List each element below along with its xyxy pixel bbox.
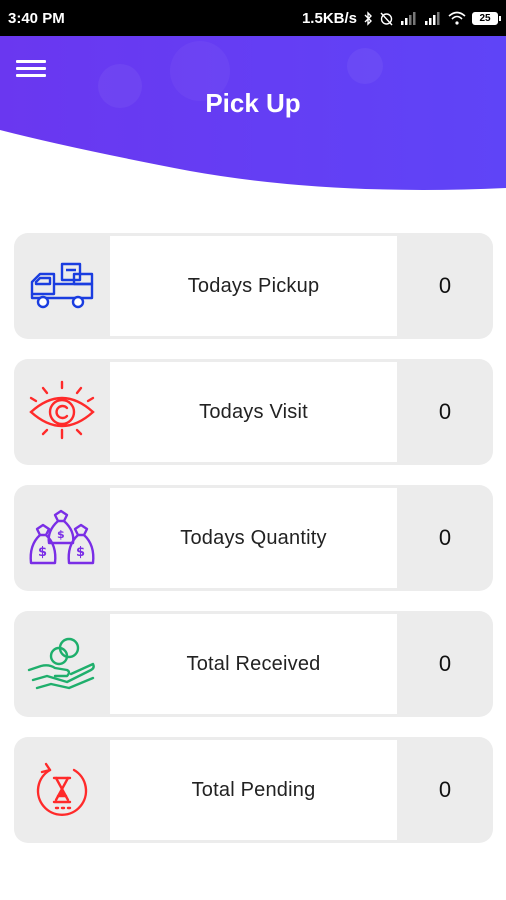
network-speed: 1.5KB/s <box>301 9 357 27</box>
menu-bar <box>16 67 46 70</box>
card-todays-quantity[interactable]: $ $ $ Todays Quantity 0 <box>14 485 493 591</box>
card-label: Total Received <box>110 614 397 714</box>
card-label: Todays Quantity <box>110 488 397 588</box>
eye-icon <box>14 359 110 465</box>
status-right: 1.5KB/s 25 <box>301 9 501 27</box>
status-time: 3:40 PM <box>8 9 65 27</box>
hourglass-icon <box>14 737 110 843</box>
menu-button[interactable] <box>16 56 46 80</box>
svg-text:$: $ <box>57 528 65 541</box>
summary-cards: Todays Pickup 0 Todays Visit 0 $ $ $ Tod… <box>14 233 493 863</box>
card-value: 0 <box>438 777 452 802</box>
card-label: Todays Pickup <box>110 236 397 336</box>
delivery-truck-icon <box>14 233 110 339</box>
page-title: Pick Up <box>205 88 301 118</box>
card-total-pending[interactable]: Total Pending 0 <box>14 737 493 843</box>
card-todays-visit[interactable]: Todays Visit 0 <box>14 359 493 465</box>
signal-icon <box>401 12 416 25</box>
card-label: Todays Visit <box>110 362 397 462</box>
status-bar: 3:40 PM 1.5KB/s 25 <box>0 0 506 36</box>
card-value: 0 <box>438 525 452 550</box>
card-value: 0 <box>438 651 452 676</box>
card-value: 0 <box>438 273 452 298</box>
header: Pick Up <box>0 36 506 196</box>
menu-bar <box>16 74 46 77</box>
card-label: Total Pending <box>110 740 397 840</box>
card-todays-pickup[interactable]: Todays Pickup 0 <box>14 233 493 339</box>
svg-text:$: $ <box>38 545 47 560</box>
wifi-icon <box>448 11 466 25</box>
alarm-off-icon <box>380 12 393 25</box>
card-value: 0 <box>438 399 452 424</box>
card-total-received[interactable]: Total Received 0 <box>14 611 493 717</box>
hand-coins-icon <box>14 611 110 717</box>
menu-bar <box>16 60 46 63</box>
money-bags-icon: $ $ $ <box>14 485 110 591</box>
battery-icon: 25 <box>472 11 501 25</box>
signal-icon-2 <box>425 12 440 25</box>
svg-text:$: $ <box>76 545 85 560</box>
status-icons: 25 <box>363 10 501 26</box>
bluetooth-icon <box>364 10 372 26</box>
